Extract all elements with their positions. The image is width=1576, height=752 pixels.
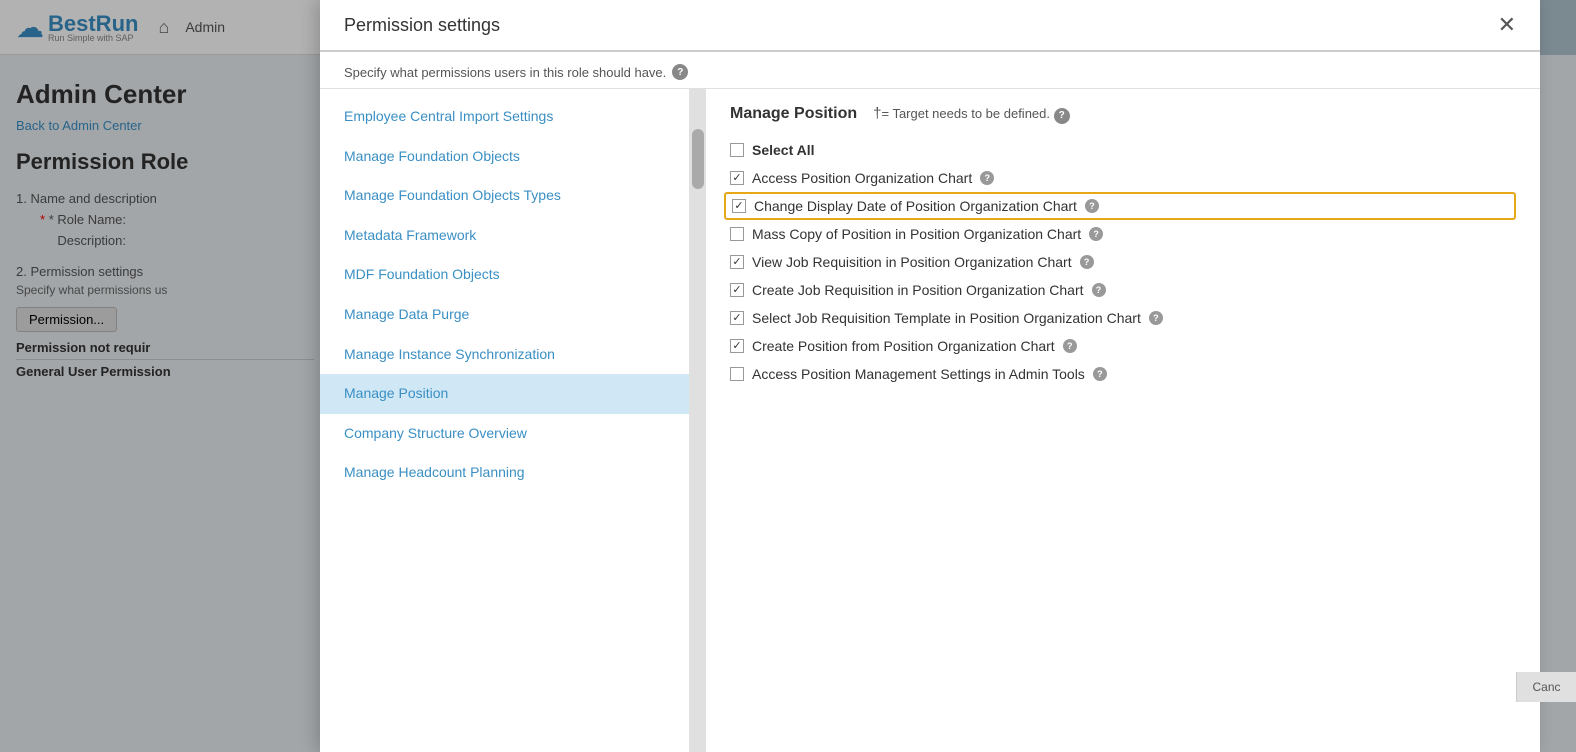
perm-label-access-pos-chart: Access Position Organization Chart [752, 170, 972, 186]
nav-item-instance-sync[interactable]: Manage Instance Synchronization [320, 335, 689, 375]
help-icon-access-pos-mgmt[interactable]: ? [1093, 367, 1107, 381]
perm-item-create-job-req: Create Job Requisition in Position Organ… [730, 276, 1516, 304]
nav-item-foundation-objects[interactable]: Manage Foundation Objects [320, 137, 689, 177]
perm-section-title: Manage Position [730, 105, 857, 123]
nav-item-ec-import[interactable]: Employee Central Import Settings [320, 97, 689, 137]
perm-label-mass-copy: Mass Copy of Position in Position Organi… [752, 226, 1081, 242]
perm-target-note: †= Target needs to be defined. ? [873, 105, 1070, 124]
perm-label-access-pos-mgmt: Access Position Management Settings in A… [752, 366, 1085, 382]
help-icon-access-pos-chart[interactable]: ? [980, 171, 994, 185]
perm-label-select-job-req-template: Select Job Requisition Template in Posit… [752, 310, 1141, 326]
nav-scroll-thumb [692, 129, 704, 189]
perm-note-info-icon: ? [1054, 108, 1070, 124]
perm-item-access-pos-chart: Access Position Organization Chart ? [730, 164, 1516, 192]
checkbox-select-job-req-template[interactable] [730, 311, 744, 325]
checkbox-mass-copy[interactable] [730, 227, 744, 241]
nav-item-metadata[interactable]: Metadata Framework [320, 216, 689, 256]
select-all-item: Select All [730, 136, 1516, 164]
checkbox-change-display-date[interactable] [732, 199, 746, 213]
checkbox-create-position[interactable] [730, 339, 744, 353]
cancel-button[interactable]: Canc [1516, 672, 1576, 702]
nav-item-headcount[interactable]: Manage Headcount Planning [320, 453, 689, 493]
perm-item-select-job-req-template: Select Job Requisition Template in Posit… [730, 304, 1516, 332]
select-all-label: Select All [752, 142, 815, 158]
checkbox-create-job-req[interactable] [730, 283, 744, 297]
dagger-symbol: † [873, 105, 881, 122]
perm-label-create-position: Create Position from Position Organizati… [752, 338, 1055, 354]
perm-label-view-job-req: View Job Requisition in Position Organiz… [752, 254, 1072, 270]
checkbox-access-pos-chart[interactable] [730, 171, 744, 185]
select-all-checkbox[interactable] [730, 143, 744, 157]
perm-item-access-pos-mgmt: Access Position Management Settings in A… [730, 360, 1516, 388]
modal-description: Specify what permissions users in this r… [320, 52, 1540, 89]
perm-item-change-display-date: Change Display Date of Position Organiza… [724, 192, 1516, 220]
modal-content: Employee Central Import Settings Manage … [320, 89, 1540, 752]
info-icon: ? [672, 64, 688, 80]
checkbox-access-pos-mgmt[interactable] [730, 367, 744, 381]
nav-item-data-purge[interactable]: Manage Data Purge [320, 295, 689, 335]
help-icon-create-job-req[interactable]: ? [1092, 283, 1106, 297]
permission-settings-modal: Permission settings ✕ Specify what permi… [320, 0, 1540, 752]
nav-item-manage-position[interactable]: Manage Position [320, 374, 689, 414]
help-icon-view-job-req[interactable]: ? [1080, 255, 1094, 269]
help-icon-mass-copy[interactable]: ? [1089, 227, 1103, 241]
perm-item-create-position: Create Position from Position Organizati… [730, 332, 1516, 360]
modal-title: Permission settings [344, 15, 500, 36]
nav-scrollbar[interactable] [690, 89, 706, 752]
nav-item-mdf[interactable]: MDF Foundation Objects [320, 255, 689, 295]
help-icon-change-display-date[interactable]: ? [1085, 199, 1099, 213]
perm-section-header: Manage Position †= Target needs to be de… [730, 105, 1516, 124]
nav-item-company-structure[interactable]: Company Structure Overview [320, 414, 689, 454]
modal-desc-text: Specify what permissions users in this r… [344, 65, 666, 80]
perm-label-create-job-req: Create Job Requisition in Position Organ… [752, 282, 1084, 298]
perm-item-view-job-req: View Job Requisition in Position Organiz… [730, 248, 1516, 276]
perm-item-mass-copy: Mass Copy of Position in Position Organi… [730, 220, 1516, 248]
checkbox-view-job-req[interactable] [730, 255, 744, 269]
modal-body: Specify what permissions users in this r… [320, 52, 1540, 752]
help-icon-create-position[interactable]: ? [1063, 339, 1077, 353]
modal-close-button[interactable]: ✕ [1498, 14, 1516, 36]
permission-nav-panel: Employee Central Import Settings Manage … [320, 89, 690, 752]
modal-header: Permission settings ✕ [320, 0, 1540, 52]
permissions-panel: Manage Position †= Target needs to be de… [706, 89, 1540, 752]
help-icon-select-job-req-template[interactable]: ? [1149, 311, 1163, 325]
nav-item-foundation-types[interactable]: Manage Foundation Objects Types [320, 176, 689, 216]
perm-label-change-display-date: Change Display Date of Position Organiza… [754, 198, 1077, 214]
